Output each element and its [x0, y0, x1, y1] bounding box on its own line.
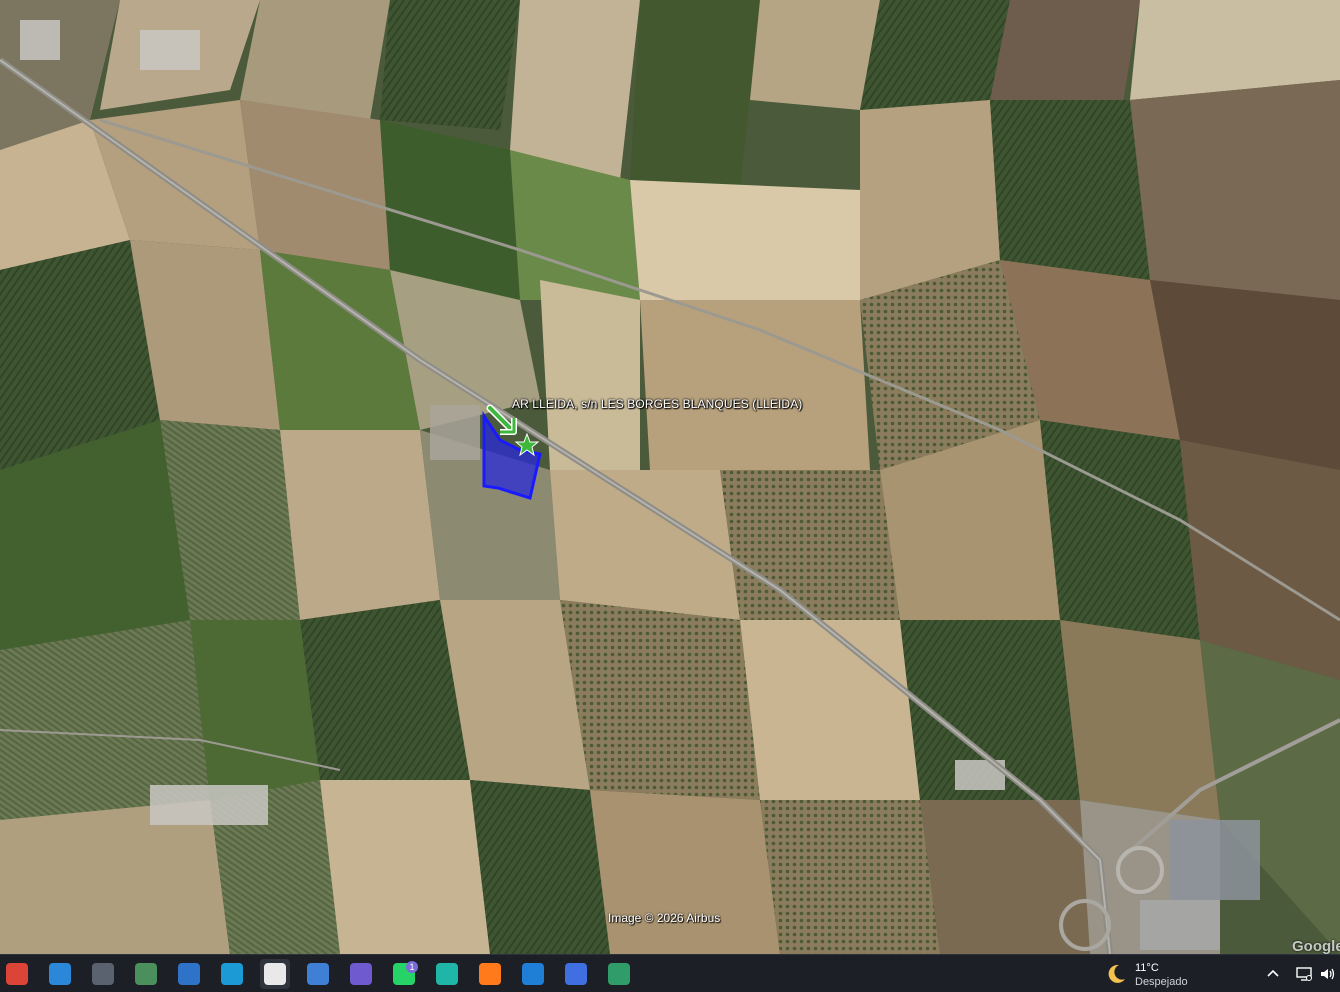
dollar-app-icon[interactable]: [518, 959, 548, 989]
save-disk-icon[interactable]: [346, 959, 376, 989]
photos-viewer-icon[interactable]: [174, 959, 204, 989]
edge-icon[interactable]: [217, 959, 247, 989]
chrome-icon-glyph: [6, 963, 28, 985]
satellite-imagery: [0, 0, 1340, 954]
lock-app-icon[interactable]: [131, 959, 161, 989]
firefox-icon-glyph: [479, 963, 501, 985]
cast-app-icon[interactable]: [432, 959, 462, 989]
save-disk-icon-glyph: [350, 963, 372, 985]
moon-icon: [1108, 964, 1125, 983]
file-icon[interactable]: [260, 959, 290, 989]
volume-icon[interactable]: [1318, 964, 1338, 984]
chrome-icon[interactable]: [2, 959, 32, 989]
notification-badge: 1: [406, 961, 418, 973]
google-earth-icon[interactable]: [303, 959, 333, 989]
whatsapp-icon[interactable]: 1: [389, 959, 419, 989]
lock-app-icon-glyph: [135, 963, 157, 985]
taskbar: 1 11°C Despejado: [0, 954, 1340, 992]
firefox-icon[interactable]: [475, 959, 505, 989]
window-app-icon-glyph: [608, 963, 630, 985]
edge-icon-glyph: [221, 963, 243, 985]
photos-icon-glyph: [49, 963, 71, 985]
chevron-up-icon[interactable]: [1263, 964, 1283, 984]
dollar-app-icon-glyph: [522, 963, 544, 985]
network-icon[interactable]: [1294, 964, 1314, 984]
google-earth-icon-glyph: [307, 963, 329, 985]
screen-capture-icon-glyph: [92, 963, 114, 985]
google-logo: Google: [1292, 938, 1340, 954]
weather-widget[interactable]: 11°C Despejado: [1103, 959, 1203, 989]
window-app-icon[interactable]: [604, 959, 634, 989]
satellite-map[interactable]: AR LLEIDA, s/n LES BORGES BLANQUES (LLEI…: [0, 0, 1340, 954]
photos-viewer-icon-glyph: [178, 963, 200, 985]
arc-app-icon[interactable]: [561, 959, 591, 989]
weather-temperature: 11°C: [1135, 962, 1159, 974]
photos-icon[interactable]: [45, 959, 75, 989]
screen-capture-icon[interactable]: [88, 959, 118, 989]
imagery-attribution: Image © 2026 Airbus: [608, 911, 721, 925]
place-label[interactable]: AR LLEIDA, s/n LES BORGES BLANQUES (LLEI…: [512, 397, 802, 411]
weather-condition: Despejado: [1135, 976, 1188, 988]
cast-app-icon-glyph: [436, 963, 458, 985]
file-icon-glyph: [264, 963, 286, 985]
arc-app-icon-glyph: [565, 963, 587, 985]
